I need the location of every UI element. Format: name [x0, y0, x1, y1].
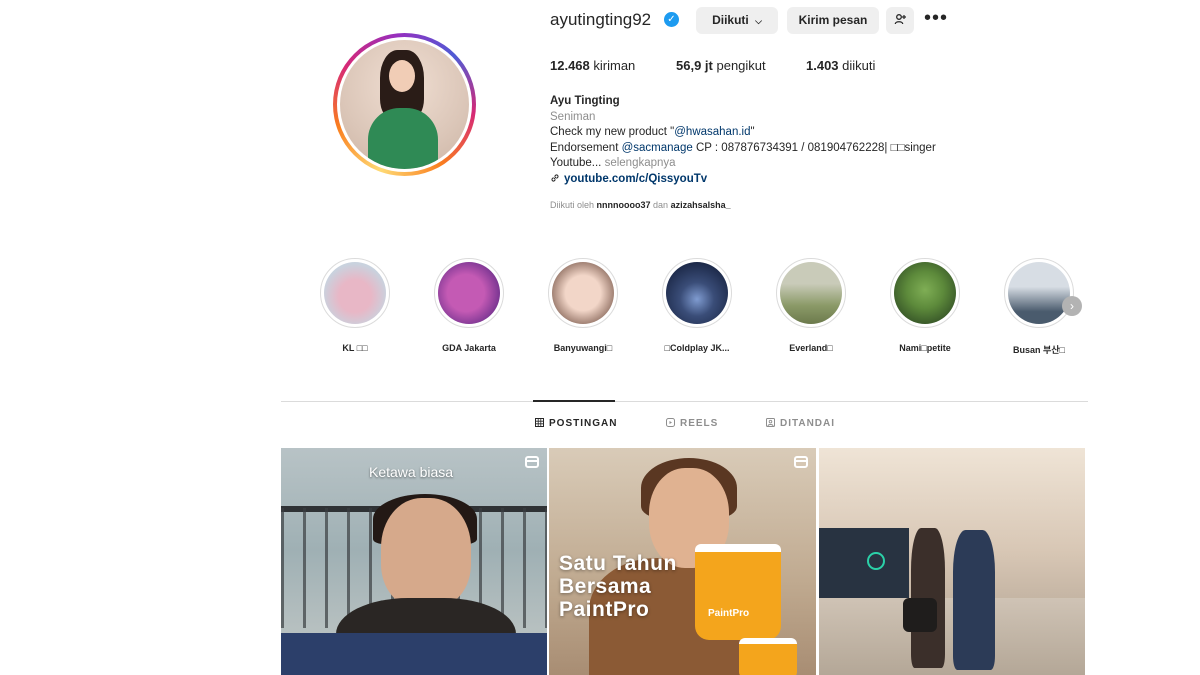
tab-tagged-label: DITANDAI	[780, 418, 836, 429]
bio-line-product: Check my new product "@hwasahan.id"	[550, 125, 990, 141]
following-count-label: diikuti	[842, 58, 876, 73]
posts-count[interactable]: 12.468 kiriman	[550, 58, 635, 73]
profile-avatar	[337, 37, 472, 172]
followed-by-joiner: dan	[650, 200, 671, 210]
followed-by-user: nnnnoooo37	[596, 200, 651, 210]
tabs-divider	[281, 401, 1088, 402]
tab-reels[interactable]: REELS	[666, 418, 718, 429]
highlight-item[interactable]: Banyuwangi□	[548, 258, 618, 353]
highlight-cover[interactable]	[776, 258, 846, 328]
profile-category: Seniman	[550, 110, 596, 123]
following-count[interactable]: 1.403 diikuti	[806, 58, 875, 73]
highlight-item[interactable]: Nami□petite	[890, 258, 960, 353]
tab-tagged[interactable]: DITANDAI	[766, 418, 835, 429]
active-tab-indicator	[533, 400, 615, 402]
post-caption: Ketawa biasa	[369, 464, 454, 480]
highlight-cover[interactable]	[662, 258, 732, 328]
suggested-users-button[interactable]	[886, 7, 914, 34]
post-headline-line: Satu Tahun	[559, 552, 677, 575]
highlight-image	[552, 262, 614, 324]
profile-username: ayutingting92	[550, 10, 652, 29]
bio-text: Check my new product "	[550, 126, 675, 138]
bio-text: Endorsement	[550, 141, 622, 154]
highlight-label: Nami□petite	[899, 343, 951, 353]
tab-reels-label: REELS	[680, 418, 719, 429]
bio-line-youtube: Youtube... selengkapnya	[550, 156, 990, 172]
highlight-cover[interactable]	[434, 258, 504, 328]
posts-count-value: 12.468	[550, 58, 590, 73]
bio-external-link[interactable]: youtube.com/c/QissyouTv	[550, 172, 990, 188]
highlight-label: □Coldplay JK...	[664, 343, 730, 353]
tagged-icon	[766, 418, 775, 427]
bio-text: Youtube...	[550, 157, 605, 169]
posts-count-label: kiriman	[593, 58, 636, 73]
link-icon	[551, 173, 559, 182]
more-options-icon[interactable]: •••	[924, 8, 948, 29]
followed-by-user: azizahsalsha_	[670, 200, 731, 210]
post-thumbnail[interactable]	[819, 448, 1085, 675]
reels-icon	[666, 418, 675, 427]
bio-mention-hwasahan[interactable]: @hwasahan.id	[674, 126, 750, 138]
profile-full-name: Ayu Tingting	[550, 95, 620, 107]
highlight-label: Banyuwangi□	[553, 343, 613, 353]
profile-avatar-ring[interactable]	[333, 33, 476, 176]
post-headline-line: PaintPro	[559, 598, 650, 621]
following-button[interactable]: Diikuti ⌵	[696, 7, 778, 34]
highlight-image	[438, 262, 500, 324]
following-button-label: Diikuti	[712, 13, 749, 27]
highlight-label: GDA Jakarta	[442, 343, 496, 353]
highlight-item[interactable]: □Coldplay JK...	[662, 258, 732, 353]
reel-icon	[525, 456, 539, 468]
post-thumbnail[interactable]: Ketawa biasa	[281, 448, 547, 675]
bio-text: CP : 087876734391 / 081904762228| □□sing…	[692, 141, 936, 154]
add-user-icon	[894, 14, 906, 25]
highlight-label: Everland□	[789, 343, 833, 353]
bio-mention-sacmanage[interactable]: @sacmanage	[622, 142, 693, 154]
bio-link-text: youtube.com/c/QissyouTv	[564, 172, 708, 185]
followed-by[interactable]: Diikuti oleh nnnnoooo37 dan azizahsalsha…	[550, 200, 731, 210]
following-count-value: 1.403	[806, 58, 839, 73]
highlight-cover[interactable]	[1004, 258, 1074, 328]
followers-count-value: 56,9 jt	[676, 58, 713, 73]
followed-by-prefix: Diikuti oleh	[550, 200, 597, 210]
highlight-item[interactable]: GDA Jakarta	[434, 258, 504, 353]
chevron-right-icon[interactable]: ›	[1062, 296, 1082, 316]
bio-line-endorsement: Endorsement @sacmanage CP : 087876734391…	[550, 141, 990, 157]
post-headline: Satu Tahun Bersama PaintPro	[559, 552, 677, 621]
highlight-label: Busan 부산□	[1012, 345, 1065, 355]
bio-see-more-link[interactable]: selengkapnya	[605, 157, 676, 169]
verified-badge-icon: ✓	[664, 12, 679, 27]
post-brand-text: PaintPro	[708, 608, 750, 619]
highlight-image	[1008, 262, 1070, 324]
profile-bio: Ayu Tingting Seniman Check my new produc…	[550, 94, 990, 187]
profile-avatar-photo	[340, 40, 469, 169]
reel-icon	[794, 456, 808, 468]
highlight-image	[780, 262, 842, 324]
highlight-image	[894, 262, 956, 324]
highlight-label: KL □□	[342, 343, 368, 353]
grid-icon	[535, 418, 544, 427]
highlight-cover[interactable]	[548, 258, 618, 328]
highlight-item[interactable]: Everland□	[776, 258, 846, 353]
highlight-cover[interactable]	[320, 258, 390, 328]
followers-count[interactable]: 56,9 jt pengikut	[676, 58, 766, 73]
highlight-cover[interactable]	[890, 258, 960, 328]
highlight-item[interactable]: KL □□	[320, 258, 390, 353]
highlight-image	[666, 262, 728, 324]
post-thumbnail[interactable]: PaintPro Satu Tahun Bersama PaintPro	[549, 448, 816, 675]
post-headline-line: Bersama	[559, 575, 652, 598]
tab-posts[interactable]: POSTINGAN	[535, 418, 617, 429]
highlight-image	[324, 262, 386, 324]
chevron-down-icon: ⌵	[755, 16, 762, 26]
send-message-button[interactable]: Kirim pesan	[787, 7, 879, 34]
tab-posts-label: POSTINGAN	[549, 418, 618, 429]
bio-text: "	[750, 126, 755, 138]
followers-count-label: pengikut	[716, 58, 766, 73]
